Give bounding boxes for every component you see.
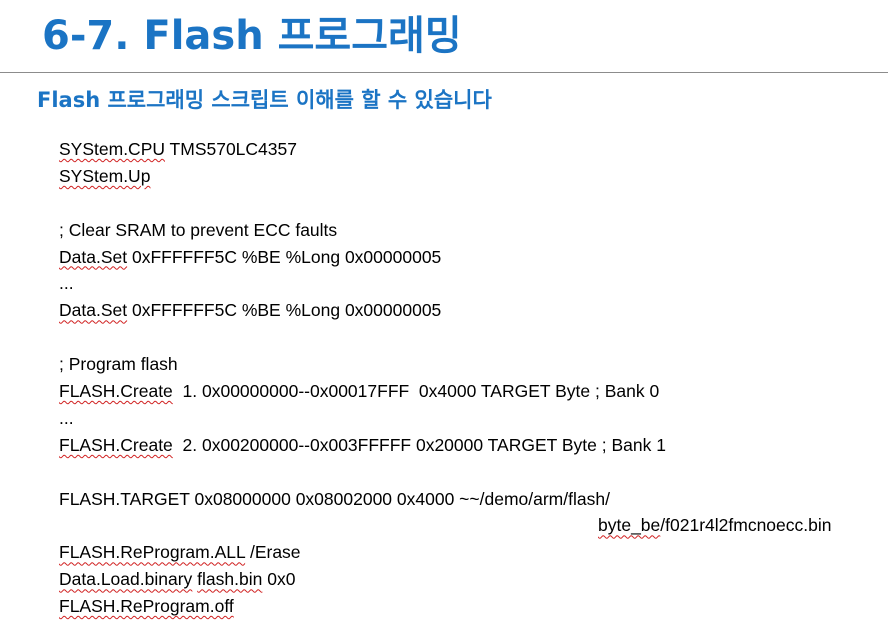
script-args: 0xFFFFFF5C %BE %Long 0x00000005: [127, 300, 442, 321]
script-args: 0xFFFFFF5C %BE %Long 0x00000005: [127, 246, 442, 267]
script-command: SYStem.CPU: [59, 139, 165, 159]
script-line: FLASH.Create 1. 0x00000000--0x00017FFF 0…: [59, 378, 879, 405]
script-command: Data.Set: [59, 246, 128, 267]
script-line: FLASH.Create 2. 0x00200000--0x003FFFFF 0…: [59, 432, 879, 459]
script-path-segment: byte_be: [598, 515, 661, 536]
script-args: 1. 0x00000000--0x00017FFF 0x4000 TARGET …: [172, 381, 660, 402]
script-line: SYStem.Up: [59, 163, 879, 190]
slide-title: 6-7. Flash 프로그래밍: [42, 13, 462, 59]
script-filename: flash.bin: [197, 569, 263, 590]
script-comment: ; Program flash: [59, 354, 178, 375]
ellipsis-line: ...: [59, 407, 74, 428]
script-line: SYStem.CPU TMS570LC4357: [59, 136, 879, 163]
script-args: /Erase: [245, 542, 301, 563]
flash-script-block: SYStem.CPU TMS570LC4357 SYStem.Up ; Clea…: [59, 136, 879, 620]
script-command: FLASH.Create: [59, 381, 173, 402]
script-command: Data.Set: [59, 300, 128, 321]
slide-subtitle: Flash 프로그래밍 스크립트 이해를 할 수 있습니다: [37, 88, 492, 112]
script-line: Data.Load.binary flash.bin 0x0: [59, 566, 879, 593]
script-args: 0x0: [262, 569, 296, 590]
script-line: FLASH.ReProgram.ALL /Erase: [59, 539, 879, 566]
script-args: 2. 0x00200000--0x003FFFFF 0x20000 TARGET…: [172, 434, 666, 455]
script-line: Data.Set 0xFFFFFF5C %BE %Long 0x00000005: [59, 297, 879, 324]
script-command: FLASH.Create: [59, 434, 173, 455]
script-command: FLASH.ReProgram.off: [59, 596, 234, 617]
script-line: FLASH.ReProgram.off: [59, 593, 879, 620]
title-divider: [0, 72, 888, 73]
script-path-file: /f021r4l2fmcnoecc.bin: [660, 515, 832, 536]
script-command: SYStem.Up: [59, 165, 151, 186]
script-line: Data.Set 0xFFFFFF5C %BE %Long 0x00000005: [59, 244, 879, 271]
script-args: TMS570LC4357: [165, 139, 297, 159]
script-command: Data.Load.binary: [59, 569, 193, 590]
script-comment: ; Clear SRAM to prevent ECC faults: [59, 219, 338, 240]
script-line: FLASH.TARGET 0x08000000 0x08002000 0x400…: [59, 488, 610, 509]
ellipsis-line: ...: [59, 273, 74, 294]
script-line-continuation: byte_be/f021r4l2fmcnoecc.bin: [59, 512, 879, 539]
script-command: FLASH.ReProgram.ALL: [59, 542, 246, 563]
